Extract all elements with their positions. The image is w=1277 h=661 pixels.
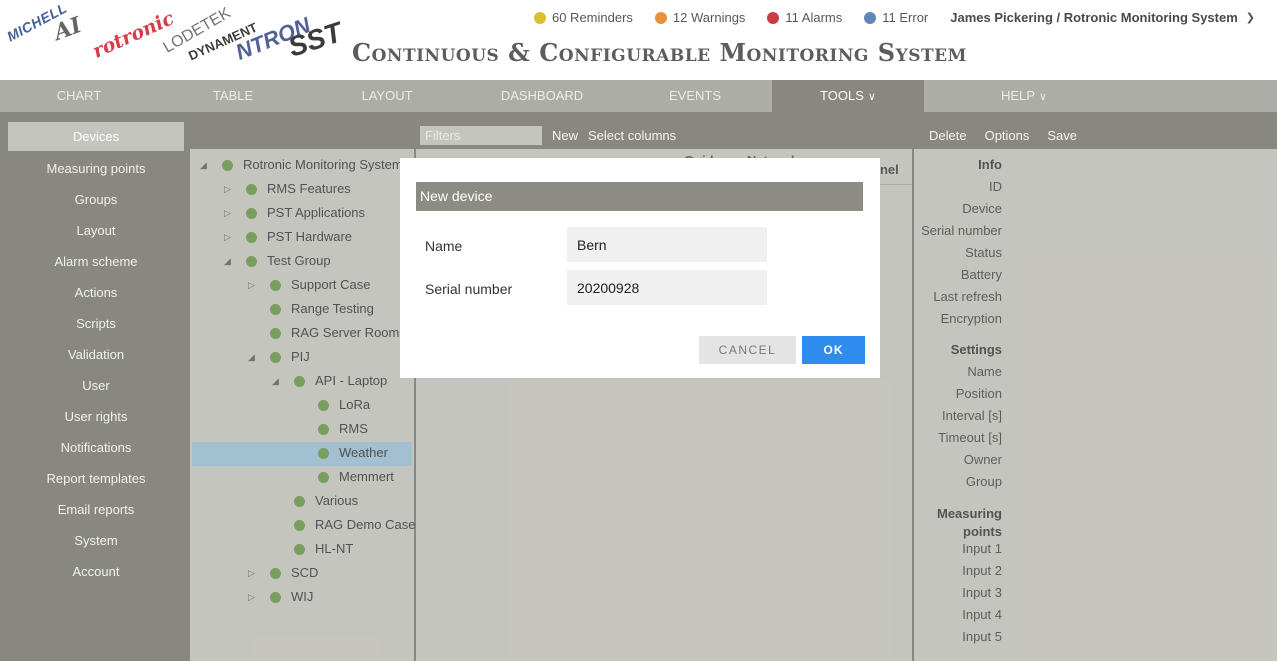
- serial-number-label: Serial number: [425, 281, 513, 297]
- new-device-dialog: New device Name Serial number CANCEL OK: [400, 158, 880, 378]
- ok-button[interactable]: OK: [802, 336, 865, 364]
- serial-number-input[interactable]: [567, 270, 767, 305]
- cancel-button[interactable]: CANCEL: [699, 336, 796, 364]
- dialog-title: New device: [416, 182, 863, 211]
- name-label: Name: [425, 238, 463, 254]
- name-input[interactable]: [567, 227, 767, 262]
